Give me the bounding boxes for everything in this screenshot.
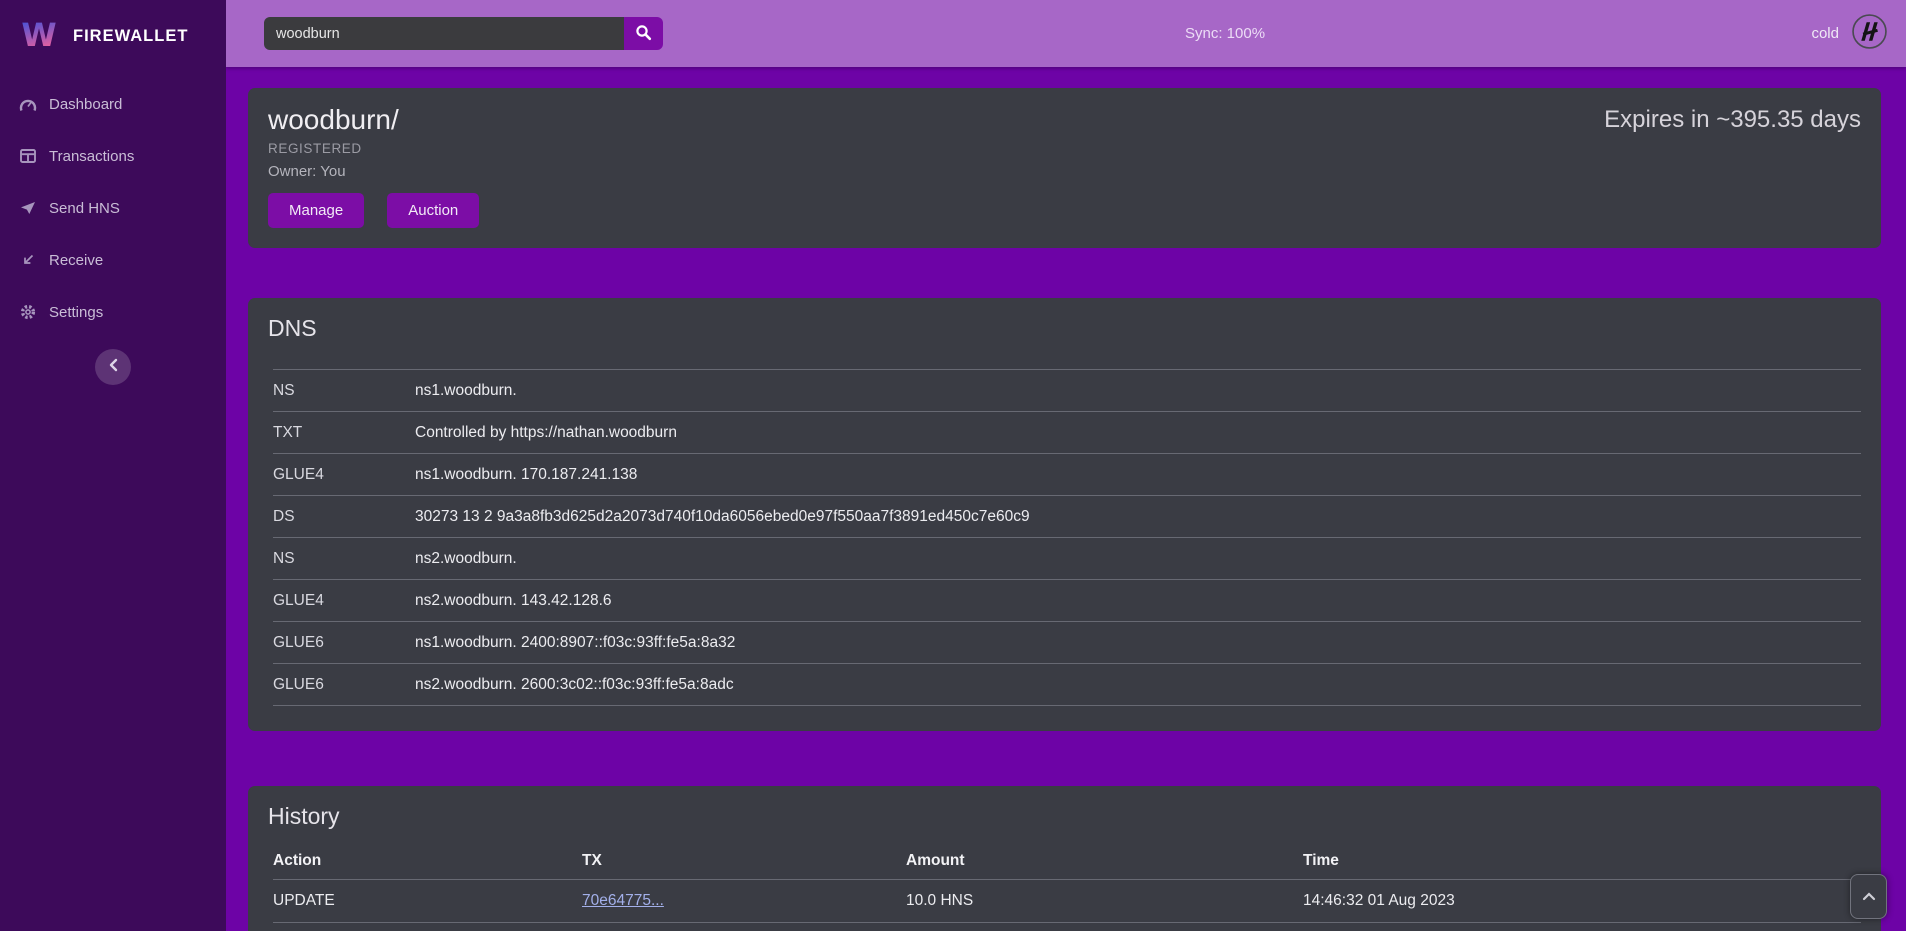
dashboard-icon bbox=[18, 97, 37, 112]
history-time: 14:46:32 01 Aug 2023 bbox=[1303, 880, 1861, 923]
dns-record-value: Controlled by https://nathan.woodburn bbox=[415, 424, 1861, 441]
dns-record-row: GLUE6 ns2.woodburn. 2600:3c02::f03c:93ff… bbox=[273, 663, 1861, 705]
dns-record-row: GLUE4 ns1.woodburn. 170.187.241.138 bbox=[273, 453, 1861, 495]
send-icon bbox=[18, 201, 37, 215]
dns-card: DNS NS ns1.woodburn. TXT Controlled by h… bbox=[248, 298, 1881, 731]
dns-record-row: DS 30273 13 2 9a3a8fb3d625d2a2073d740f10… bbox=[273, 495, 1861, 537]
dns-record-type: GLUE4 bbox=[273, 592, 415, 609]
sidebar-item-receive[interactable]: Receive bbox=[0, 234, 226, 286]
scroll-to-top-button[interactable] bbox=[1850, 874, 1887, 919]
sidebar-item-send-hns[interactable]: Send HNS bbox=[0, 182, 226, 234]
dns-record-value: ns2.woodburn. 143.42.128.6 bbox=[415, 592, 1861, 609]
history-amount: 10.0 HNS bbox=[906, 880, 1303, 923]
sidebar-item-label: Transactions bbox=[49, 148, 134, 165]
history-rows: UPDATE 70e64775... 10.0 HNS 14:46:32 01 … bbox=[273, 880, 1861, 931]
sidebar-item-label: Settings bbox=[49, 304, 103, 321]
history-col-amount: Amount bbox=[906, 844, 1303, 880]
topbar: Sync: 100% cold bbox=[226, 0, 1906, 67]
svg-text:W: W bbox=[21, 16, 56, 54]
dns-record-value: ns2.woodburn. bbox=[415, 550, 1861, 567]
brand[interactable]: W FIREWALLET bbox=[0, 0, 226, 62]
history-row: RENEW 478e9c4... 10.0 HNS 15:47:36 05 Fe… bbox=[273, 923, 1861, 931]
main-content: woodburn/ REGISTERED Owner: You Manage A… bbox=[226, 67, 1906, 931]
history-col-tx: TX bbox=[582, 844, 906, 880]
dns-record-row: NS ns2.woodburn. bbox=[273, 537, 1861, 579]
manage-button[interactable]: Manage bbox=[268, 193, 364, 228]
dns-record-type: NS bbox=[273, 382, 415, 399]
history-time: 15:47:36 05 Feb 2023 bbox=[1303, 923, 1861, 931]
wallet-group: cold bbox=[1811, 13, 1888, 55]
receive-icon bbox=[18, 253, 37, 267]
history-col-action: Action bbox=[273, 844, 582, 880]
sidebar-item-transactions[interactable]: Transactions bbox=[0, 130, 226, 182]
domain-card: woodburn/ REGISTERED Owner: You Manage A… bbox=[248, 88, 1881, 248]
domain-actions: Manage Auction bbox=[268, 193, 1861, 228]
dns-record-type: DS bbox=[273, 508, 415, 525]
history-heading: History bbox=[268, 802, 1861, 830]
tx-link[interactable]: 70e64775... bbox=[582, 892, 664, 909]
dns-record-value: ns1.woodburn. bbox=[415, 382, 1861, 399]
handshake-logo-icon[interactable] bbox=[1851, 13, 1888, 55]
search-group bbox=[264, 17, 663, 50]
dns-record-type: TXT bbox=[273, 424, 415, 441]
search-button[interactable] bbox=[624, 17, 663, 50]
history-table: Action TX Amount Time UPDATE 70e64775...… bbox=[273, 844, 1861, 931]
dns-record-value: ns1.woodburn. 170.187.241.138 bbox=[415, 466, 1861, 483]
sidebar-item-settings[interactable]: Settings bbox=[0, 286, 226, 338]
dns-record-row: NS ns1.woodburn. bbox=[273, 369, 1861, 411]
history-row: UPDATE 70e64775... 10.0 HNS 14:46:32 01 … bbox=[273, 880, 1861, 923]
search-input[interactable] bbox=[264, 17, 624, 50]
brand-name: FIREWALLET bbox=[73, 27, 188, 46]
expires-label: Expires in ~395.35 days bbox=[1604, 106, 1861, 134]
sidebar-item-label: Dashboard bbox=[49, 96, 122, 113]
dns-record-row: GLUE6 ns1.woodburn. 2400:8907::f03c:93ff… bbox=[273, 621, 1861, 663]
sidebar-collapse-button[interactable] bbox=[95, 349, 131, 385]
domain-status-badge: REGISTERED bbox=[268, 141, 1861, 156]
wallet-name: cold bbox=[1811, 25, 1839, 42]
history-col-time: Time bbox=[1303, 844, 1861, 880]
chevron-left-icon bbox=[108, 358, 118, 377]
history-action: UPDATE bbox=[273, 880, 582, 923]
sidebar-item-dashboard[interactable]: Dashboard bbox=[0, 78, 226, 130]
sync-status: Sync: 100% bbox=[1185, 25, 1265, 42]
dns-record-value: ns1.woodburn. 2400:8907::f03c:93ff:fe5a:… bbox=[415, 634, 1861, 651]
sidebar: W FIREWALLET Dashboard Transact bbox=[0, 0, 226, 931]
dns-record-row: TXT Controlled by https://nathan.woodbur… bbox=[273, 411, 1861, 453]
auction-button[interactable]: Auction bbox=[387, 193, 479, 228]
firewallet-logo-icon: W bbox=[18, 13, 60, 60]
dns-table: NS ns1.woodburn. TXT Controlled by https… bbox=[273, 369, 1861, 706]
settings-icon bbox=[18, 304, 37, 320]
dns-record-row: GLUE4 ns2.woodburn. 143.42.128.6 bbox=[273, 579, 1861, 621]
chevron-up-icon bbox=[1862, 888, 1876, 906]
dns-record-type: GLUE6 bbox=[273, 634, 415, 651]
search-icon bbox=[635, 24, 652, 44]
history-header-row: Action TX Amount Time bbox=[273, 844, 1861, 880]
sidebar-item-label: Receive bbox=[49, 252, 103, 269]
sidebar-item-label: Send HNS bbox=[49, 200, 120, 217]
dns-record-type: GLUE4 bbox=[273, 466, 415, 483]
history-action: RENEW bbox=[273, 923, 582, 931]
sidebar-nav: Dashboard Transactions Send HNS bbox=[0, 78, 226, 338]
dns-record-type: NS bbox=[273, 550, 415, 567]
dns-heading: DNS bbox=[268, 314, 1861, 342]
history-card: History Action TX Amount Time UPDATE 70e… bbox=[248, 786, 1881, 931]
dns-record-value: 30273 13 2 9a3a8fb3d625d2a2073d740f10da6… bbox=[415, 508, 1861, 525]
transactions-icon bbox=[18, 149, 37, 163]
history-amount: 10.0 HNS bbox=[906, 923, 1303, 931]
dns-record-type: GLUE6 bbox=[273, 676, 415, 693]
domain-owner: Owner: You bbox=[268, 163, 1861, 180]
dns-record-value: ns2.woodburn. 2600:3c02::f03c:93ff:fe5a:… bbox=[415, 676, 1861, 693]
